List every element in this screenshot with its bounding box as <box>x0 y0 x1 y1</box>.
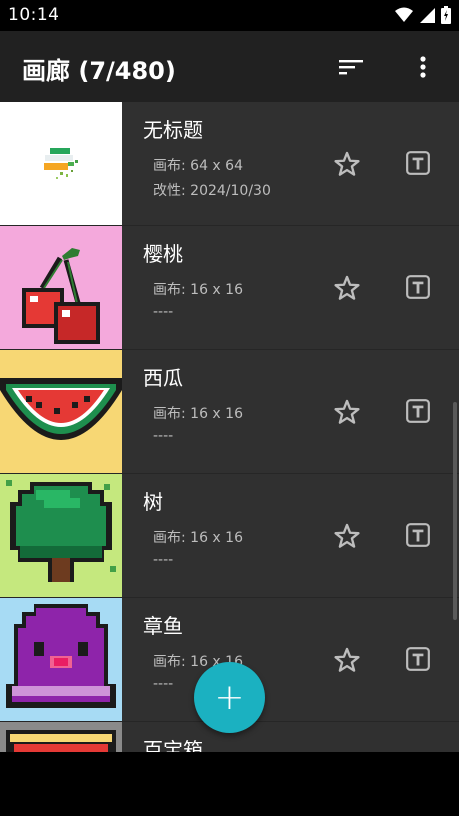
status-time: 10:14 <box>8 5 60 25</box>
artwork-thumbnail[interactable] <box>0 102 122 225</box>
item-title: 无标题 <box>143 118 203 142</box>
star-icon[interactable] <box>333 150 361 178</box>
item-title: 树 <box>143 490 163 514</box>
modified-date: ---- <box>153 304 174 320</box>
item-title: 樱桃 <box>143 242 183 266</box>
gallery-item[interactable]: 西瓜 画布: 16 x 16 ---- <box>0 350 459 474</box>
signal-icon <box>420 8 435 23</box>
gallery-list[interactable]: 无标题 画布: 64 x 64 改性: 2024/10/30 樱桃 画布: 16… <box>0 102 459 752</box>
modified-date: ---- <box>153 428 174 444</box>
gallery-item[interactable]: 树 画布: 16 x 16 ---- <box>0 474 459 598</box>
canvas-size: 画布: 64 x 64 <box>153 158 243 174</box>
modified-date: ---- <box>153 552 174 568</box>
star-icon[interactable] <box>333 398 361 426</box>
status-icons <box>395 6 451 24</box>
more-vert-icon <box>420 56 426 78</box>
canvas-size: 画布: 16 x 16 <box>153 406 243 422</box>
star-icon[interactable] <box>333 522 361 550</box>
rename-icon[interactable] <box>405 646 431 672</box>
page-title: 画廊 (7/480) <box>22 57 176 85</box>
artwork-thumbnail[interactable] <box>0 722 122 752</box>
canvas-size: 画布: 16 x 16 <box>153 282 243 298</box>
plus-icon: + <box>214 677 245 718</box>
more-options-button[interactable] <box>407 51 439 83</box>
modified-date: 改性: 2024/10/30 <box>153 183 271 199</box>
sort-button[interactable] <box>335 51 367 83</box>
sort-icon <box>339 60 363 75</box>
navigation-bar <box>0 752 459 816</box>
treasure-chest-artwork-preview <box>0 722 122 752</box>
artwork-thumbnail[interactable] <box>0 474 122 597</box>
tree-artwork-preview <box>0 474 122 597</box>
rename-icon[interactable] <box>405 522 431 548</box>
gallery-item[interactable]: 无标题 画布: 64 x 64 改性: 2024/10/30 <box>0 102 459 226</box>
rename-icon[interactable] <box>405 398 431 424</box>
wifi-icon <box>395 7 413 22</box>
watermelon-artwork-preview <box>0 350 122 473</box>
star-icon[interactable] <box>333 646 361 674</box>
artwork-thumbnail[interactable] <box>0 350 122 473</box>
app-bar: 画廊 (7/480) <box>0 31 459 102</box>
artwork-thumbnail[interactable] <box>0 226 122 349</box>
status-bar: 10:14 <box>0 0 459 31</box>
item-title: 西瓜 <box>143 366 183 390</box>
scrollbar[interactable] <box>453 402 457 620</box>
item-title: 百宝箱 <box>143 738 203 752</box>
star-icon[interactable] <box>333 274 361 302</box>
cherry-artwork-preview <box>0 226 122 349</box>
rename-icon[interactable] <box>405 150 431 176</box>
modified-date: ---- <box>153 676 174 692</box>
item-title: 章鱼 <box>143 614 183 638</box>
add-artwork-button[interactable]: + <box>194 662 265 733</box>
canvas-size: 画布: 16 x 16 <box>153 530 243 546</box>
artwork-thumbnail[interactable] <box>0 598 122 721</box>
gallery-item[interactable]: 樱桃 画布: 16 x 16 ---- <box>0 226 459 350</box>
battery-icon <box>441 6 451 24</box>
rename-icon[interactable] <box>405 274 431 300</box>
artwork-preview <box>0 102 122 225</box>
octopus-artwork-preview <box>0 598 122 721</box>
